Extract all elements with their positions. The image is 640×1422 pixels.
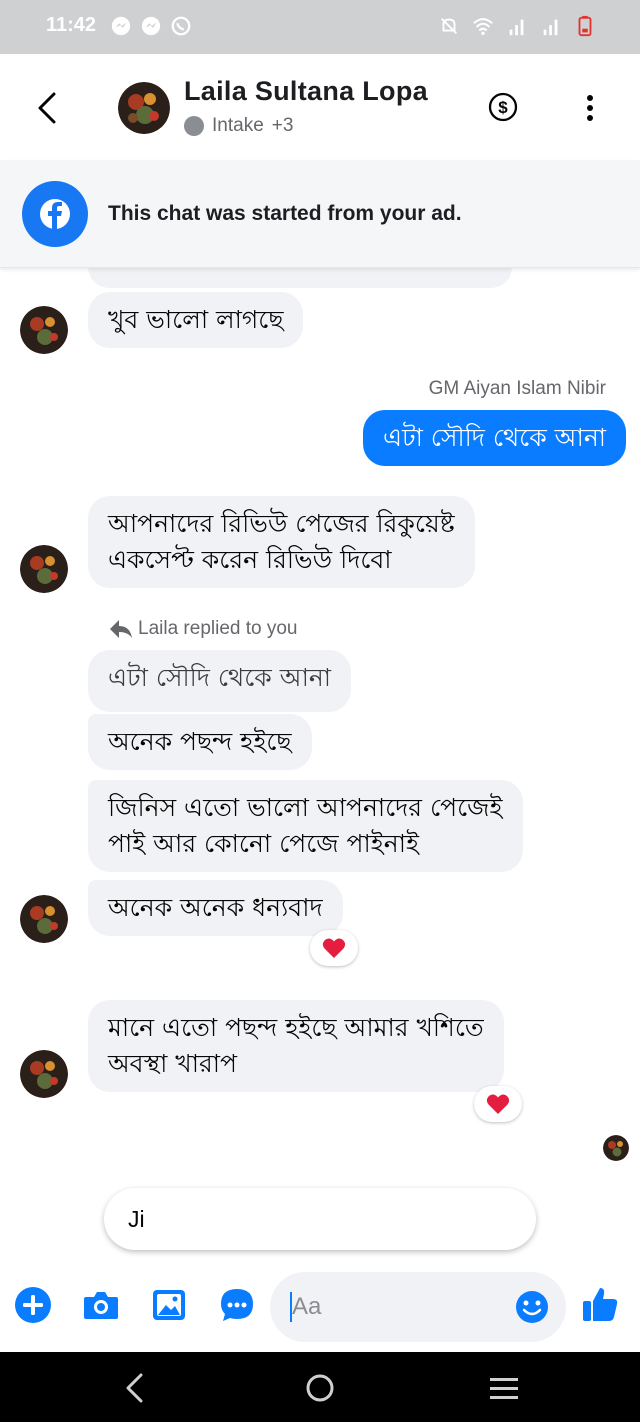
status-time: 11:42 bbox=[46, 14, 97, 36]
system-navigation-bar bbox=[0, 1352, 640, 1422]
message-bubble-incoming[interactable]: আপনাদের রিভিউ পেজের রিকুয়েষ্ট একসেপ্ট ক… bbox=[88, 496, 475, 588]
svg-text:$: $ bbox=[498, 98, 508, 117]
chat-header: Laila Sultana Lopa Intake +3 $ bbox=[0, 54, 640, 160]
contact-labels[interactable]: Intake +3 bbox=[184, 115, 293, 137]
facebook-icon bbox=[22, 181, 88, 247]
whatsapp-icon bbox=[171, 16, 191, 36]
seen-receipt-avatar bbox=[603, 1135, 629, 1161]
message-bubble-incoming[interactable]: অনেক অনেক ধন্যবাদ bbox=[88, 880, 343, 936]
reply-indicator: Laila replied to you bbox=[108, 618, 298, 640]
contact-avatar-small bbox=[20, 895, 68, 943]
message-bubble-incoming[interactable]: খুব ভালো লাগছে bbox=[88, 292, 304, 348]
payment-dollar-icon[interactable]: $ bbox=[488, 92, 518, 122]
signal-icon bbox=[509, 19, 524, 36]
heart-reaction[interactable] bbox=[474, 1086, 522, 1122]
nav-home-icon[interactable] bbox=[302, 1370, 338, 1406]
status-bar: 11:42 bbox=[0, 0, 640, 54]
contact-avatar-small bbox=[20, 1050, 68, 1098]
nav-recents-icon[interactable] bbox=[486, 1370, 522, 1406]
contact-avatar[interactable] bbox=[118, 82, 170, 134]
heart-reaction[interactable] bbox=[310, 930, 358, 966]
battery-low-icon bbox=[578, 15, 592, 37]
reply-indicator-text: Laila replied to you bbox=[138, 618, 298, 639]
heart-icon bbox=[486, 1094, 510, 1114]
contact-name[interactable]: Laila Sultana Lopa bbox=[184, 76, 428, 107]
messenger-notification-icon bbox=[111, 16, 131, 36]
ad-banner-text: This chat was started from your ad. bbox=[108, 202, 462, 225]
message-bubble-incoming[interactable]: মানে এতো পছন্দ হইছে আমার খশিতে অবস্থা খা… bbox=[88, 1000, 504, 1092]
suggested-reply-chip[interactable]: Ji bbox=[104, 1188, 536, 1250]
message-bubble-incoming[interactable]: জিনিস এতো ভালো আপনাদের পেজেই পাই আর কোনো… bbox=[88, 780, 523, 872]
message-bubble-outgoing[interactable]: এটা সৌদি থেকে আনা bbox=[362, 410, 626, 466]
label-dot-icon bbox=[184, 116, 204, 136]
status-notification-icons bbox=[110, 15, 192, 37]
thumbs-up-icon[interactable] bbox=[580, 1284, 620, 1324]
message-list[interactable]: খুব ভালো লাগছে GM Aiyan Islam Nibir এটা … bbox=[0, 268, 640, 1178]
label-intake: Intake bbox=[212, 115, 264, 136]
plus-icon[interactable] bbox=[14, 1286, 52, 1324]
messenger-chat-icon[interactable] bbox=[218, 1286, 256, 1324]
gallery-icon[interactable] bbox=[150, 1286, 188, 1324]
message-input[interactable]: Aa bbox=[270, 1272, 566, 1342]
signal-icon bbox=[543, 19, 558, 36]
message-bubble-incoming[interactable]: অনেক পছন্দ হইছে bbox=[88, 714, 312, 770]
reply-arrow-icon bbox=[110, 620, 132, 638]
camera-icon[interactable] bbox=[82, 1286, 120, 1324]
quoted-message-bubble[interactable]: এটা সৌদি থেকে আনা bbox=[88, 650, 352, 712]
heart-icon bbox=[322, 938, 346, 958]
nav-back-icon[interactable] bbox=[118, 1370, 154, 1406]
composer-bar: Aa bbox=[0, 1264, 640, 1352]
ad-origin-banner: This chat was started from your ad. bbox=[0, 160, 640, 268]
sender-name-label: GM Aiyan Islam Nibir bbox=[428, 378, 606, 399]
contact-avatar-small bbox=[20, 545, 68, 593]
back-arrow-icon[interactable] bbox=[30, 88, 66, 128]
wifi-icon bbox=[473, 18, 493, 35]
mute-icon bbox=[441, 18, 457, 34]
emoji-icon[interactable] bbox=[514, 1289, 550, 1325]
label-extra-count: +3 bbox=[271, 115, 294, 136]
message-input-placeholder: Aa bbox=[292, 1293, 322, 1320]
contact-avatar-small bbox=[20, 306, 68, 354]
status-system-icons bbox=[438, 15, 596, 37]
more-options-icon[interactable] bbox=[580, 92, 600, 124]
message-bubble-clipped bbox=[88, 268, 512, 288]
messenger-notification-icon bbox=[141, 16, 161, 36]
